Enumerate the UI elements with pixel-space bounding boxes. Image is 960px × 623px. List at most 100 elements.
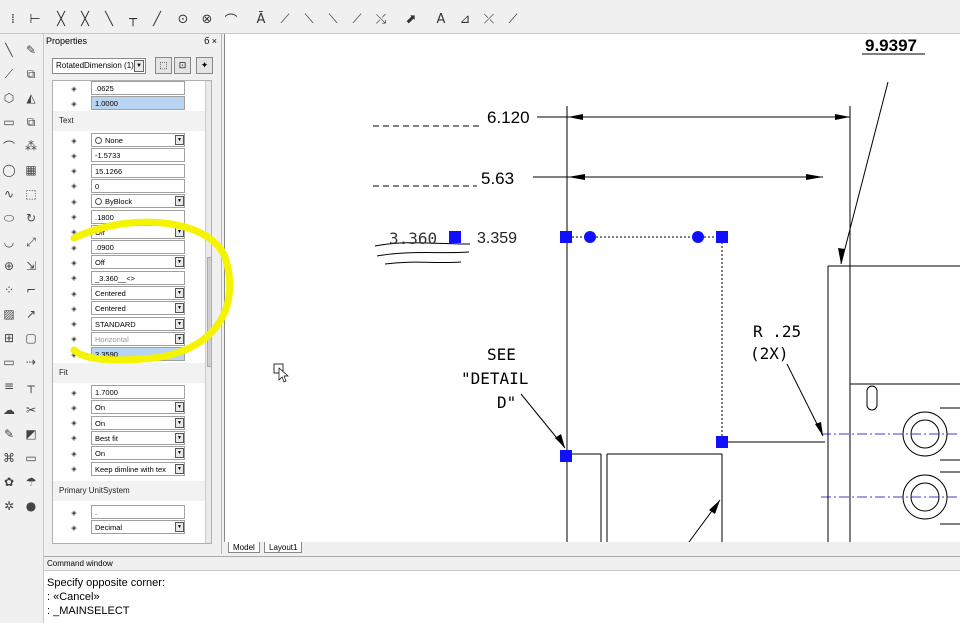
dim-baseline-icon[interactable]: ⌒: [220, 8, 242, 30]
property-value-field[interactable]: On: [91, 446, 185, 461]
bomb-icon[interactable]: ●: [22, 496, 40, 516]
dim-update-icon[interactable]: ⤯: [370, 8, 392, 30]
chevron-down-icon[interactable]: ▼: [175, 432, 184, 443]
property-value-field[interactable]: On: [91, 415, 185, 430]
dim-text-3359[interactable]: 3.359: [477, 230, 517, 247]
chevron-down-icon[interactable]: ▼: [175, 448, 184, 459]
table-icon[interactable]: ▭: [0, 352, 18, 372]
line-icon[interactable]: ╲: [0, 40, 18, 60]
dim-text-563[interactable]: 5.63: [481, 169, 514, 188]
grip-square[interactable]: [560, 231, 572, 243]
chevron-down-icon[interactable]: ▼: [175, 522, 184, 533]
property-value-field[interactable]: -1.5733: [91, 148, 185, 163]
dim-text-6120[interactable]: 6.120: [487, 108, 530, 127]
hatch-icon[interactable]: ▨: [0, 304, 18, 324]
grip-square[interactable]: [560, 450, 572, 462]
mirror-icon[interactable]: ◭: [22, 88, 40, 108]
chevron-down-icon[interactable]: ▼: [175, 402, 184, 413]
property-value-field[interactable]: 15.1266: [91, 163, 185, 178]
chevron-down-icon[interactable]: ▼: [175, 135, 184, 145]
extend-icon[interactable]: ↗: [22, 304, 40, 324]
grip-circle[interactable]: [584, 231, 596, 243]
object-type-select[interactable]: RotatedDimension (1) ▼: [52, 58, 146, 74]
toggle-pickadd-icon[interactable]: ✦: [196, 57, 213, 74]
polygon-icon[interactable]: ⬡: [0, 88, 18, 108]
move-icon[interactable]: ⬚: [22, 184, 40, 204]
dim-center-icon[interactable]: ⟍: [298, 8, 320, 30]
arc-icon[interactable]: ⌒: [0, 136, 18, 156]
dim-arc-icon[interactable]: ⊙: [172, 8, 194, 30]
scale-icon[interactable]: ⤢: [22, 232, 40, 252]
section-unit-header[interactable]: Primary UnitSystem: [53, 481, 205, 501]
cloud-icon[interactable]: ☁: [0, 400, 18, 420]
sketch-icon[interactable]: ✎: [0, 424, 18, 444]
grip-circle[interactable]: [692, 231, 704, 243]
array-icon[interactable]: ⁂: [22, 136, 40, 156]
dim-reassoc-icon[interactable]: ⊿: [454, 8, 476, 30]
property-value-field[interactable]: .0625: [91, 81, 185, 95]
dim-quick-icon[interactable]: ⊗: [196, 8, 218, 30]
boundary-icon[interactable]: ✲: [0, 496, 18, 516]
property-value-field[interactable]: Best fit: [91, 430, 185, 445]
rotate-icon[interactable]: ↻: [22, 208, 40, 228]
grip-square[interactable]: [449, 231, 461, 243]
property-value-field[interactable]: None: [91, 133, 185, 147]
grip-square[interactable]: [716, 436, 728, 448]
property-value-field[interactable]: 1.7000: [91, 385, 185, 399]
grip-square[interactable]: [716, 231, 728, 243]
grid-icon[interactable]: ▦: [22, 160, 40, 180]
dim-override-icon[interactable]: A: [430, 8, 452, 30]
property-value-field[interactable]: .: [91, 505, 185, 519]
pedit-icon[interactable]: ▭: [22, 448, 40, 468]
tab-layout1[interactable]: Layout1: [264, 542, 303, 553]
offset-icon[interactable]: ⧉: [22, 112, 40, 132]
copy-icon[interactable]: ⧉: [22, 64, 40, 84]
region-icon[interactable]: ⊞: [0, 328, 18, 348]
dim-text-9-9397[interactable]: 9.9397: [865, 36, 917, 55]
property-value-field[interactable]: Decimal: [91, 520, 185, 535]
panel-controls[interactable]: б ×: [204, 36, 217, 46]
lengthen-icon[interactable]: ☂: [22, 472, 40, 492]
break-icon[interactable]: ▢: [22, 328, 40, 348]
point-icon[interactable]: ⁘: [0, 280, 18, 300]
dim-ordinate-icon[interactable]: ╳: [74, 8, 96, 30]
trim-icon[interactable]: ⌐: [22, 280, 40, 300]
xline-icon[interactable]: ⁞: [2, 8, 24, 30]
revcloud-icon[interactable]: ✿: [0, 472, 18, 492]
dim-text-edit-icon[interactable]: ⟋: [346, 8, 368, 30]
fillet-icon[interactable]: ◩: [22, 424, 40, 444]
dim-continue-icon[interactable]: Ā: [250, 8, 272, 30]
rectangle-icon[interactable]: ▭: [0, 112, 18, 132]
tab-model[interactable]: Model: [228, 542, 260, 553]
section-text-header[interactable]: Text: [53, 111, 205, 131]
dim-text-3360[interactable]: 3.360: [389, 229, 437, 248]
property-value-field[interactable]: 0: [91, 178, 185, 193]
property-value-field[interactable]: 1.0000: [91, 96, 185, 111]
join-icon[interactable]: ⇢: [22, 352, 40, 372]
explode-icon[interactable]: ✂: [22, 400, 40, 420]
property-value-field[interactable]: On: [91, 400, 185, 415]
property-value-field[interactable]: Keep dimline with tex: [91, 461, 185, 476]
dim-radius-icon[interactable]: ╲: [98, 8, 120, 30]
dim-jog-icon[interactable]: ⟋: [502, 8, 524, 30]
dim-edit-icon[interactable]: ⟍: [322, 8, 344, 30]
wipeout-icon[interactable]: ⌘: [0, 448, 18, 468]
select-objects-icon[interactable]: ⊡: [174, 57, 191, 74]
dim-aligned-icon[interactable]: ╳: [50, 8, 72, 30]
quick-select-icon[interactable]: ⬚: [155, 57, 172, 74]
dim-tolerance-icon[interactable]: ⟋: [274, 8, 296, 30]
circle-icon[interactable]: ◯: [0, 160, 18, 180]
polyline-icon[interactable]: ⟋: [0, 64, 18, 84]
insert-icon[interactable]: ⊕: [0, 256, 18, 276]
ellipse-arc-icon[interactable]: ◡: [0, 232, 18, 252]
chevron-down-icon[interactable]: ▼: [134, 60, 144, 72]
chevron-down-icon[interactable]: ▼: [175, 463, 184, 474]
ellipse-icon[interactable]: ⬭: [0, 208, 18, 228]
spline-icon[interactable]: ∿: [0, 184, 18, 204]
drawing-canvas[interactable]: 9.9397 6.120 5.63 3.360 3.359 R .25 (2X)…: [224, 34, 960, 555]
erase-icon[interactable]: ✎: [22, 40, 40, 60]
dim-diameter-icon[interactable]: ┬: [122, 8, 144, 30]
mtext-icon[interactable]: ≡: [0, 376, 18, 396]
chevron-down-icon[interactable]: ▼: [175, 417, 184, 428]
chamfer-icon[interactable]: ┬: [22, 376, 40, 396]
